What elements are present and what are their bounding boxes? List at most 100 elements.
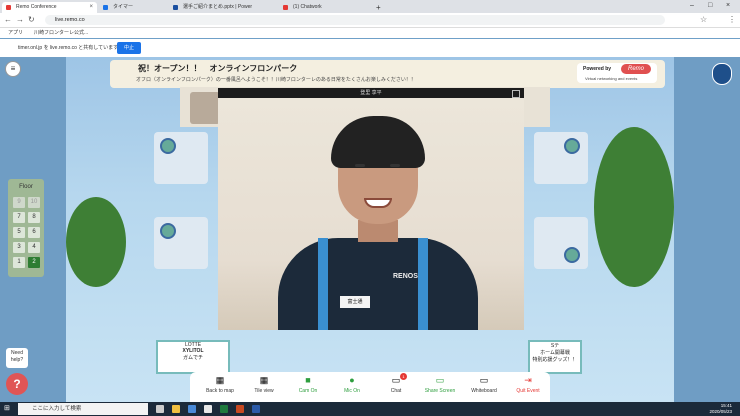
table-mid-left[interactable] [154,217,208,269]
poster-line: Sテ [550,343,560,349]
chat-button[interactable]: ▭ Chat 1 [372,372,420,402]
windows-start-icon[interactable]: ⊞ [4,405,12,413]
minimize-icon[interactable]: – [690,0,694,12]
toolbar-label: Cam On [298,388,318,394]
system-clock[interactable]: 15:41 2020/05/23 [709,403,732,415]
close-window-icon[interactable]: × [726,0,730,12]
chat-unread-badge: 1 [400,373,407,380]
close-icon[interactable]: × [89,2,93,13]
explorer-icon[interactable] [172,405,180,413]
seat-avatar[interactable] [160,223,176,239]
star-icon[interactable]: ☆ [700,15,707,25]
toolbar-label: Chat [390,388,402,394]
floor-button[interactable]: 6 [28,227,40,238]
tab-remo-conference[interactable]: Remo Conference × [2,2,97,13]
tree-left [66,197,126,287]
share-screen-icon: ▭ [435,375,445,385]
table-mid-right[interactable] [534,217,588,269]
screen-share-notice: timer.onl.jp を live.remo.co と共有しています 中止 [0,39,740,58]
camera-icon: ■ [305,375,311,385]
floor-selector: Floor 9 10 7 8 5 6 3 4 1 2 [8,179,44,277]
bookmarks-bar: アプリ 川崎フロンターレ公式... [0,28,740,38]
bookmark-apps[interactable]: アプリ [8,28,23,38]
expand-icon[interactable] [512,90,520,98]
seat-avatar[interactable] [564,138,580,154]
store-icon[interactable] [188,405,196,413]
taskbar-search-input[interactable]: ここに入力して検索 [18,403,148,415]
speaker-eye [390,164,400,167]
speaker-hair [331,116,425,168]
floor-button: 10 [28,197,40,208]
table-top-left[interactable] [154,132,208,184]
floor-button[interactable]: 7 [13,212,25,223]
focused-video[interactable]: 登里 享平 富士通 RENOS [218,88,524,330]
cam-on-button[interactable]: ■ Cam On [284,372,332,402]
event-title: 祝！オープン！！ オンラインフロンパーク [138,64,298,73]
tab-chatwork[interactable]: (1) Chatwork [279,2,369,13]
tile-view-button[interactable]: ▦ Tile view [240,372,288,402]
reload-icon[interactable]: ↻ [28,15,35,25]
bookmark-frontale[interactable]: 川崎フロンターレ公式... [34,28,88,38]
share-notice-text: timer.onl.jp を live.remo.co と共有しています [18,45,119,51]
excel-icon[interactable] [220,405,228,413]
tab-label: Remo Conference [16,4,57,10]
poster-left: LOTTE XYLITOL ガムでチ [156,340,230,374]
powerpoint-favicon-icon [173,5,178,10]
need-help-bubble: Need help? [6,348,28,368]
grid-icon: ▦ [259,375,269,385]
mic-on-button[interactable]: ● Mic On [328,372,376,402]
floor-button: 9 [13,197,25,208]
word-icon[interactable] [252,405,260,413]
whiteboard-button[interactable]: ▭ Whiteboard [460,372,508,402]
menu-icon[interactable]: ⋮ [728,15,736,25]
new-tab-button[interactable]: + [372,2,386,13]
floor-button[interactable]: 4 [28,242,40,253]
seat-avatar[interactable] [160,138,176,154]
poster-line: ガムでチ [182,355,203,361]
url-input[interactable]: live.remo.co [45,15,665,25]
jersey-stripe [318,238,328,330]
floor-button[interactable]: 8 [28,212,40,223]
floor-button[interactable]: 5 [13,227,25,238]
remo-favicon-icon [6,5,11,10]
quit-event-button[interactable]: ⇥ Quit Event [504,372,552,402]
maximize-icon[interactable]: □ [708,0,712,12]
menu-icon[interactable]: ≡ [5,61,21,77]
event-banner: 祝！オープン！！ オンラインフロンパーク オフロ（オンラインフロンパーク）の一番… [110,60,665,88]
speaker-eye [355,164,365,167]
speaker-video-feed: 富士通 RENOS [218,98,524,330]
jersey-brand: RENOS [393,273,418,280]
floor-button[interactable]: 3 [13,242,25,253]
poster-line: ホーム開幕戦 [540,350,570,356]
left-rail: ≡ Floor 9 10 7 8 5 6 3 4 1 2 Need help? ? [0,57,66,402]
chatwork-favicon-icon [283,5,288,10]
back-icon[interactable]: ← [4,15,12,25]
chrome-icon[interactable] [204,405,212,413]
floor-button[interactable]: 1 [13,257,25,268]
tab-label: (1) Chatwork [293,4,322,10]
chat-icon: ▭ [391,375,401,385]
event-toolbar: ▦ Back to map ▦ Tile view ■ Cam On ● Mic On ▭ Cha… [190,372,550,402]
powered-by-text: Powered by [583,66,612,72]
floor-button[interactable]: 2 [28,257,40,268]
speaker-name: 登里 享平 [360,90,382,96]
share-screen-button[interactable]: ▭ Share Screen [416,372,464,402]
powerpoint-icon[interactable] [236,405,244,413]
whiteboard-icon: ▭ [479,375,489,385]
back-to-map-button[interactable]: ▦ Back to map [196,372,244,402]
toolbar-label: Quit Event [516,388,540,394]
browser-tab-bar: Remo Conference × タイマー 選手ご紹介まとめ.pptx | P… [0,0,740,13]
tab-powerpoint[interactable]: 選手ご紹介まとめ.pptx | Power [169,2,277,13]
url-text: live.remo.co [55,17,85,23]
table-top-right[interactable] [534,132,588,184]
taskview-icon[interactable] [156,405,164,413]
tab-timer[interactable]: タイマー [99,2,167,13]
poster-line: 特別応援グッズ！！ [532,357,578,363]
help-button[interactable]: ? [6,373,28,395]
stop-sharing-button[interactable]: 中止 [117,42,141,54]
search-placeholder: ここに入力して検索 [32,406,82,412]
toolbar-label: Whiteboard [471,388,497,394]
forward-icon[interactable]: → [16,15,24,25]
seat-avatar[interactable] [564,247,580,263]
participant-thumbnail[interactable] [190,92,220,124]
